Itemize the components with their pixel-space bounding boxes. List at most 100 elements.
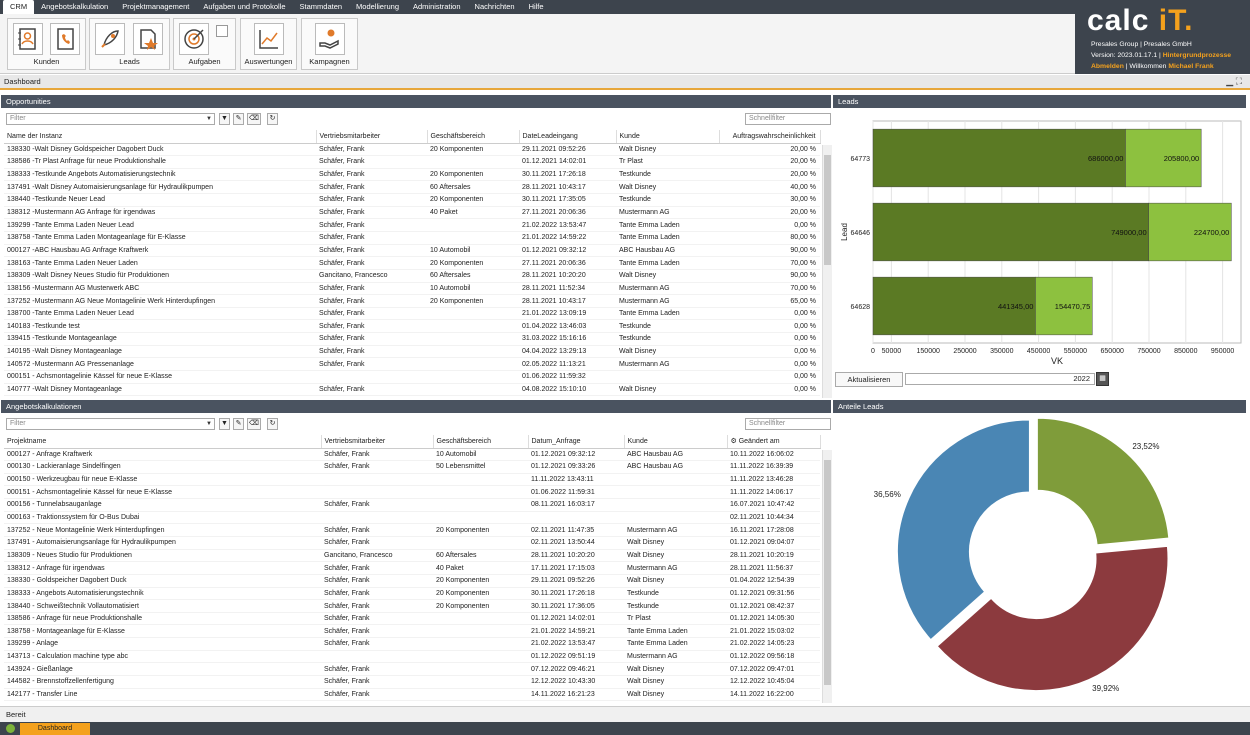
table-row[interactable]: 138330 - Goldspeicher Dagobert Duck Schäf… (4, 574, 820, 588)
menu-item-4[interactable]: Stammdaten (293, 0, 350, 14)
contacts-book-icon[interactable] (13, 23, 43, 55)
table-row[interactable]: 000150 - Werkzeugbau für neue E-Klasse 11… (4, 473, 820, 487)
hand-coin-icon[interactable] (315, 23, 345, 55)
menu-item-6[interactable]: Administration (406, 0, 468, 14)
ribbon-group-aufgaben[interactable]: Aufgaben (173, 18, 236, 70)
ribbon-group-kunden[interactable]: Kunden (7, 18, 86, 70)
column-header[interactable]: Datum_Anfrage (528, 435, 625, 449)
table-row[interactable]: 137491 - Automaisierungsanlage für Hydra… (4, 536, 820, 550)
refresh-icon[interactable]: ↻ (267, 418, 278, 430)
table-row[interactable]: 138163 -Tante Emma Laden Neuer Laden Schä… (4, 256, 820, 270)
table-row[interactable]: 138700 -Tante Emma Laden Neuer Lead Schäf… (4, 307, 820, 321)
opportunities-quickfilter-input[interactable]: Schnellfilter (745, 113, 831, 125)
column-header[interactable]: DateLeadeingang (519, 130, 617, 144)
table-row[interactable]: 139299 -Tante Emma Laden Neuer Lead Schäf… (4, 218, 820, 232)
target-icon[interactable] (179, 23, 209, 55)
table-row[interactable]: 137252 - Neue Montagelinie Werk Hinterdu… (4, 523, 820, 537)
refresh-icon[interactable]: ↻ (267, 113, 278, 125)
clear-filter-icon[interactable]: ⌫ (247, 113, 261, 125)
ribbon-group-kampagnen[interactable]: Kampagnen (301, 18, 358, 70)
column-header[interactable]: Geschäftsbereich (433, 435, 529, 449)
table-row[interactable]: 138309 -Walt Disney Neues Studio für Pro… (4, 269, 820, 283)
table-row[interactable]: 137252 -Mustermann AG Neue Montagelinie … (4, 294, 820, 308)
column-header[interactable]: Vertriebsmitarbeiter (321, 435, 434, 449)
filter-icon[interactable]: ▼ (219, 113, 230, 125)
logout-link[interactable]: Abmelden (1091, 63, 1124, 70)
column-header[interactable]: Vertriebsmitarbeiter (316, 130, 428, 144)
column-header[interactable]: Auftragswahrscheinlichkeit (719, 130, 821, 144)
year-input[interactable]: 2022 (905, 373, 1095, 385)
table-row[interactable]: 138333 - Angebots Automatisierungstechni… (4, 587, 820, 601)
refresh-button[interactable]: Aktualisieren (835, 372, 903, 387)
table-row[interactable]: 140195 -Walt Disney Montageanlage Schäfer… (4, 345, 820, 359)
opportunities-filter-input[interactable]: Filter ▼ (6, 113, 215, 125)
table-row[interactable]: 138312 -Mustermann AG Anfrage für irgend… (4, 206, 820, 220)
table-row[interactable]: 144582 - Brennstoffzellenfertigung Schäfe… (4, 675, 820, 689)
phone-book-icon[interactable] (50, 23, 80, 55)
table-row[interactable]: 138440 -Testkunde Neuer Lead Schäfer, Fra… (4, 193, 820, 207)
menu-item-2[interactable]: Projektmanagement (115, 0, 196, 14)
table-row[interactable]: 142177 - Transfer Line Schäfer, Frank 14.1… (4, 688, 820, 702)
angebote-scrollbar[interactable] (822, 450, 832, 703)
table-row[interactable]: 137491 -Walt Disney Automaisierungsanlag… (4, 180, 820, 195)
calendar-icon[interactable]: ▦ (1096, 372, 1109, 386)
table-row[interactable]: 138330 -Walt Disney Goldspeicher Dagober… (4, 143, 820, 157)
table-row[interactable]: 000151 - Achsmontagelinie Kässel für neu… (4, 370, 820, 384)
table-row[interactable]: 138758 - Montageanlage für E-Klasse Schäf… (4, 624, 820, 639)
table-row[interactable]: 000127 -ABC Hausbau AG Anfrage Kraftwerk… (4, 244, 820, 258)
task-list-icon[interactable] (216, 25, 228, 37)
opportunities-scrollbar[interactable] (822, 145, 832, 398)
taskbar-tab-dashboard[interactable]: Dashboard (20, 723, 90, 735)
table-row[interactable]: 000130 - Lackieranlage Sindelfingen Schäf… (4, 460, 820, 474)
menu-item-5[interactable]: Modellierung (349, 0, 406, 14)
table-row[interactable]: 140183 -Testkunde test Schäfer, Frank 01.0… (4, 319, 820, 334)
chevron-down-icon[interactable]: ▼ (206, 114, 212, 124)
scrollbar-thumb[interactable] (824, 460, 831, 685)
menu-item-7[interactable]: Nachrichten (468, 0, 522, 14)
column-header[interactable]: Name der Instanz (4, 130, 317, 144)
table-row[interactable]: 138758 -Tante Emma Laden Montageanlage f… (4, 231, 820, 245)
table-row[interactable]: 138333 -Testkunde Angebots Automatisieru… (4, 168, 820, 182)
minimize-icon[interactable]: ▁ (1226, 76, 1233, 86)
angebote-quickfilter-input[interactable]: Schnellfilter (745, 418, 831, 430)
ribbon-group-leads[interactable]: Leads (89, 18, 170, 70)
table-row[interactable]: 138586 -Tr Plast Anfrage für neue Produk… (4, 155, 820, 169)
clear-filter-icon[interactable]: ⌫ (247, 418, 261, 430)
rocket-icon[interactable] (95, 23, 125, 55)
table-row[interactable]: 000127 - Anfrage Kraftwerk Schäfer, Frank… (4, 448, 820, 462)
table-row[interactable]: 138586 - Anfrage für neue Produktionshal… (4, 612, 820, 626)
ribbon-group-auswertungen[interactable]: Auswertungen (240, 18, 297, 70)
scrollbar-thumb[interactable] (824, 155, 831, 265)
table-row[interactable]: 000156 - Tunnelabsauganlage Schäfer, Fran… (4, 498, 820, 512)
menu-item-3[interactable]: Aufgaben und Protokolle (196, 0, 292, 14)
table-row[interactable]: 139299 - Anlage Schäfer, Frank 21.02.2022 … (4, 637, 820, 651)
table-row[interactable]: 000151 - Achsmontagelinie Kässel für neu… (4, 485, 820, 500)
user-name[interactable]: Michael Frank (1168, 63, 1213, 70)
column-header[interactable]: Projektname (4, 435, 322, 449)
column-header[interactable]: Kunde (624, 435, 728, 449)
filter-icon[interactable]: ▼ (219, 418, 230, 430)
table-row[interactable]: 000163 - Traktionssystem für O-Bus Dubai… (4, 511, 820, 525)
table-row[interactable]: 138312 - Anfrage für irgendwas Schäfer, F… (4, 561, 820, 575)
edit-icon[interactable]: ✎ (233, 418, 244, 430)
table-row[interactable]: 143924 - Gießanlage Schäfer, Frank 07.12.2… (4, 662, 820, 677)
chevron-down-icon[interactable]: ▼ (206, 419, 212, 429)
table-row[interactable]: 138440 - Schweißtechnik Vollautomatisier… (4, 599, 820, 613)
document-star-icon[interactable] (133, 23, 163, 55)
menu-item-0[interactable]: CRM (3, 0, 35, 14)
column-header[interactable]: Geschäftsbereich (427, 130, 520, 144)
maximize-icon[interactable]: ⛶ (1236, 76, 1242, 86)
angebote-filter-input[interactable]: Filter ▼ (6, 418, 215, 430)
table-row[interactable]: 139415 -Testkunde Montageanlage Schäfer, … (4, 332, 820, 346)
column-header[interactable]: Kunde (616, 130, 720, 144)
table-row[interactable]: 138156 -Mustermann AG Musterwerk ABC Schä… (4, 282, 820, 296)
table-row[interactable]: 138309 - Neues Studio für Produktionen Ga… (4, 549, 820, 563)
menu-item-1[interactable]: Angebotskalkulation (34, 0, 115, 14)
menu-item-8[interactable]: Hilfe (522, 0, 551, 14)
line-chart-icon[interactable] (254, 23, 284, 55)
column-header[interactable]: ⚙ Geändert am (727, 435, 821, 449)
table-row[interactable]: 140777 -Walt Disney Montageanlage Schäfer… (4, 383, 820, 397)
table-row[interactable]: 140572 -Mustermann AG Pressenanlage Schäf… (4, 357, 820, 372)
table-row[interactable]: 143713 - Calculation machine type abc 01.… (4, 650, 820, 664)
edit-icon[interactable]: ✎ (233, 113, 244, 125)
